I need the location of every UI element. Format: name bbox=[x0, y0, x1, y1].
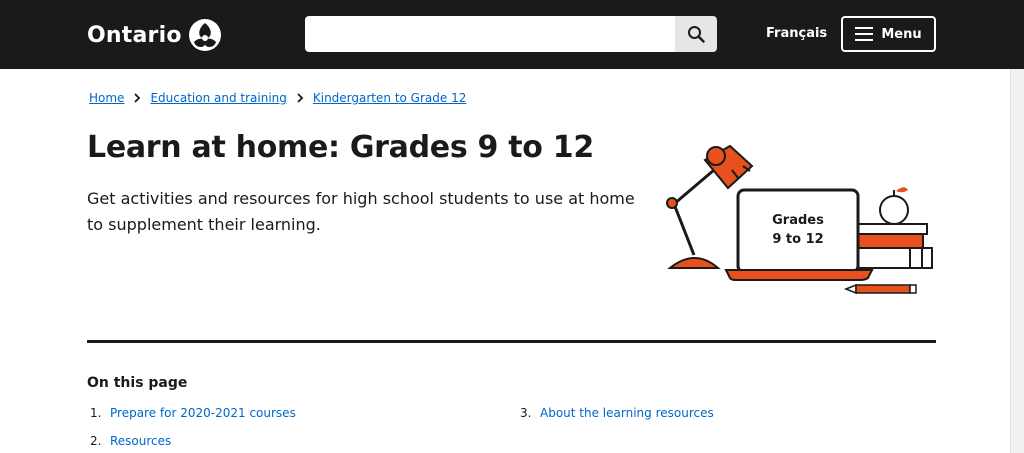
book-stack bbox=[854, 223, 933, 269]
section-divider bbox=[87, 340, 936, 343]
toc-item: 3. About the learning resources bbox=[520, 406, 714, 420]
site-header: Ontario Français Menu bbox=[0, 0, 1024, 69]
toc-number: 2. bbox=[90, 434, 102, 448]
breadcrumb-home[interactable]: Home bbox=[89, 91, 124, 105]
breadcrumb-k12[interactable]: Kindergarten to Grade 12 bbox=[313, 91, 466, 105]
menu-button[interactable]: Menu bbox=[841, 16, 936, 52]
breadcrumb: Home Education and training Kindergarten… bbox=[89, 91, 466, 105]
chevron-right-icon bbox=[134, 93, 141, 103]
toc-link-prepare-courses[interactable]: Prepare for 2020-2021 courses bbox=[110, 406, 296, 420]
toc-item: 2. Resources bbox=[90, 434, 171, 448]
search-icon bbox=[688, 26, 705, 43]
toc-number: 3. bbox=[520, 406, 532, 420]
laptop-screen-line2: 9 to 12 bbox=[772, 232, 823, 247]
lamp-base bbox=[667, 257, 721, 269]
search-bar bbox=[305, 16, 717, 52]
toc-link-resources[interactable]: Resources bbox=[110, 434, 171, 448]
logo-text: Ontario bbox=[87, 22, 182, 48]
chevron-right-icon bbox=[297, 93, 304, 103]
toc-link-about-resources[interactable]: About the learning resources bbox=[540, 406, 714, 420]
desk-illustration: Grades 9 to 12 bbox=[666, 144, 933, 295]
hamburger-icon bbox=[855, 27, 874, 41]
language-toggle-link[interactable]: Français bbox=[766, 26, 827, 41]
page-scrollbar[interactable] bbox=[1010, 69, 1024, 453]
on-this-page-heading: On this page bbox=[87, 375, 188, 391]
menu-label: Menu bbox=[881, 26, 922, 42]
search-input[interactable] bbox=[305, 16, 675, 52]
apple bbox=[879, 187, 909, 225]
page-lead: Get activities and resources for high sc… bbox=[87, 189, 635, 234]
search-button[interactable] bbox=[675, 16, 717, 52]
laptop-screen-line1: Grades bbox=[772, 213, 824, 228]
laptop: Grades 9 to 12 bbox=[724, 188, 874, 281]
ontario-logo[interactable]: Ontario bbox=[87, 18, 222, 52]
toc-number: 1. bbox=[90, 406, 102, 420]
page-title: Learn at home: Grades 9 to 12 bbox=[87, 130, 594, 165]
toc-item: 1. Prepare for 2020-2021 courses bbox=[90, 406, 296, 420]
lamp-head bbox=[703, 144, 754, 190]
pencil bbox=[843, 283, 917, 295]
trillium-icon bbox=[188, 19, 221, 51]
breadcrumb-education[interactable]: Education and training bbox=[150, 91, 286, 105]
